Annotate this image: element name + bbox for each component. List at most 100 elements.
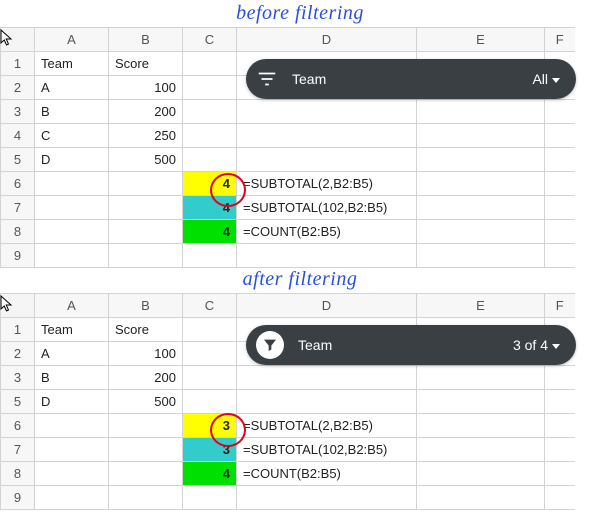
table-row[interactable]: 4 C 250 (1, 124, 575, 148)
table-row[interactable]: 8 4 =COUNT(B2:B5) (1, 462, 575, 486)
filter-chip[interactable]: Team 3 of 4 (246, 325, 576, 365)
col-header-c[interactable]: C (183, 294, 237, 318)
column-header-row[interactable]: A B C D E F (1, 28, 575, 52)
row-header[interactable]: 9 (1, 244, 35, 268)
row-header[interactable]: 6 (1, 414, 35, 438)
table-row[interactable]: 8 4 =COUNT(B2:B5) (1, 220, 575, 244)
table-row[interactable]: 9 (1, 486, 575, 510)
row-header[interactable]: 9 (1, 486, 35, 510)
cell[interactable] (545, 244, 575, 268)
table-row[interactable]: 9 (1, 244, 575, 268)
row-header[interactable]: 8 (1, 462, 35, 486)
cell[interactable]: Score (109, 318, 183, 342)
cell-formula[interactable]: =SUBTOTAL(102,B2:B5) (237, 438, 417, 462)
cell[interactable] (237, 390, 417, 414)
cell[interactable] (109, 438, 183, 462)
cell[interactable] (417, 124, 545, 148)
col-header-d[interactable]: D (237, 294, 417, 318)
col-header-a[interactable]: A (35, 28, 109, 52)
table-row[interactable]: 6 4 =SUBTOTAL(2,B2:B5) (1, 172, 575, 196)
cell[interactable] (35, 196, 109, 220)
cell[interactable] (183, 124, 237, 148)
cell[interactable] (237, 100, 417, 124)
cell[interactable]: A (35, 76, 109, 100)
cell[interactable] (417, 366, 545, 390)
cell-formula[interactable]: =COUNT(B2:B5) (237, 462, 417, 486)
cell[interactable]: Team (35, 52, 109, 76)
cell[interactable] (183, 342, 237, 366)
cell[interactable] (237, 148, 417, 172)
cell[interactable] (183, 390, 237, 414)
col-header-f[interactable]: F (545, 294, 575, 318)
cell[interactable] (183, 148, 237, 172)
cell[interactable] (183, 244, 237, 268)
cell[interactable] (109, 462, 183, 486)
cell[interactable]: 200 (109, 100, 183, 124)
table-row[interactable]: 5 D 500 (1, 148, 575, 172)
cell[interactable] (183, 486, 237, 510)
cell[interactable] (109, 220, 183, 244)
row-header[interactable]: 3 (1, 366, 35, 390)
row-header[interactable]: 5 (1, 148, 35, 172)
table-row[interactable]: 5 D 500 (1, 390, 575, 414)
col-header-e[interactable]: E (417, 294, 545, 318)
cell[interactable] (237, 124, 417, 148)
cell-subtotal-result[interactable]: 3 (183, 414, 237, 438)
cell[interactable] (35, 414, 109, 438)
cell[interactable] (545, 220, 575, 244)
filter-value[interactable]: 3 of 4 (513, 337, 560, 353)
cell[interactable] (417, 100, 545, 124)
cell[interactable] (35, 172, 109, 196)
row-header[interactable]: 5 (1, 390, 35, 414)
cell[interactable] (237, 366, 417, 390)
row-header[interactable]: 3 (1, 100, 35, 124)
cell[interactable] (109, 244, 183, 268)
cell[interactable] (417, 438, 545, 462)
cell-count-result[interactable]: 4 (183, 462, 237, 486)
col-header-a[interactable]: A (35, 294, 109, 318)
cell[interactable]: D (35, 390, 109, 414)
cell[interactable] (417, 196, 545, 220)
cell[interactable] (417, 220, 545, 244)
cell[interactable] (417, 462, 545, 486)
cell[interactable]: A (35, 342, 109, 366)
cell[interactable] (183, 100, 237, 124)
cell[interactable]: B (35, 366, 109, 390)
cell[interactable] (545, 438, 575, 462)
cell[interactable] (183, 366, 237, 390)
filter-value[interactable]: All (532, 71, 560, 87)
cell[interactable] (545, 196, 575, 220)
cell-formula[interactable]: =SUBTOTAL(2,B2:B5) (237, 172, 417, 196)
row-header[interactable]: 7 (1, 438, 35, 462)
cell-formula[interactable]: =COUNT(B2:B5) (237, 220, 417, 244)
cell[interactable] (109, 486, 183, 510)
cell[interactable] (183, 318, 237, 342)
cell[interactable] (35, 438, 109, 462)
cell[interactable] (545, 414, 575, 438)
cell[interactable] (417, 414, 545, 438)
cell[interactable] (545, 100, 575, 124)
cell[interactable]: 250 (109, 124, 183, 148)
cell-formula[interactable]: =SUBTOTAL(2,B2:B5) (237, 414, 417, 438)
cell[interactable] (417, 148, 545, 172)
cell[interactable] (545, 462, 575, 486)
cell[interactable]: B (35, 100, 109, 124)
cell[interactable] (545, 124, 575, 148)
row-header[interactable]: 2 (1, 76, 35, 100)
cell[interactable]: Team (35, 318, 109, 342)
cell[interactable] (35, 244, 109, 268)
cell-subtotal-result[interactable]: 4 (183, 196, 237, 220)
cell[interactable] (109, 172, 183, 196)
cell[interactable] (545, 172, 575, 196)
col-header-f[interactable]: F (545, 28, 575, 52)
row-header[interactable]: 4 (1, 124, 35, 148)
cell[interactable]: 500 (109, 148, 183, 172)
table-row[interactable]: 7 3 =SUBTOTAL(102,B2:B5) (1, 438, 575, 462)
cell[interactable] (545, 148, 575, 172)
col-header-e[interactable]: E (417, 28, 545, 52)
cell[interactable]: 100 (109, 342, 183, 366)
cell[interactable] (109, 196, 183, 220)
select-all-corner[interactable] (1, 28, 35, 52)
cell-subtotal-result[interactable]: 3 (183, 438, 237, 462)
cell[interactable] (35, 462, 109, 486)
